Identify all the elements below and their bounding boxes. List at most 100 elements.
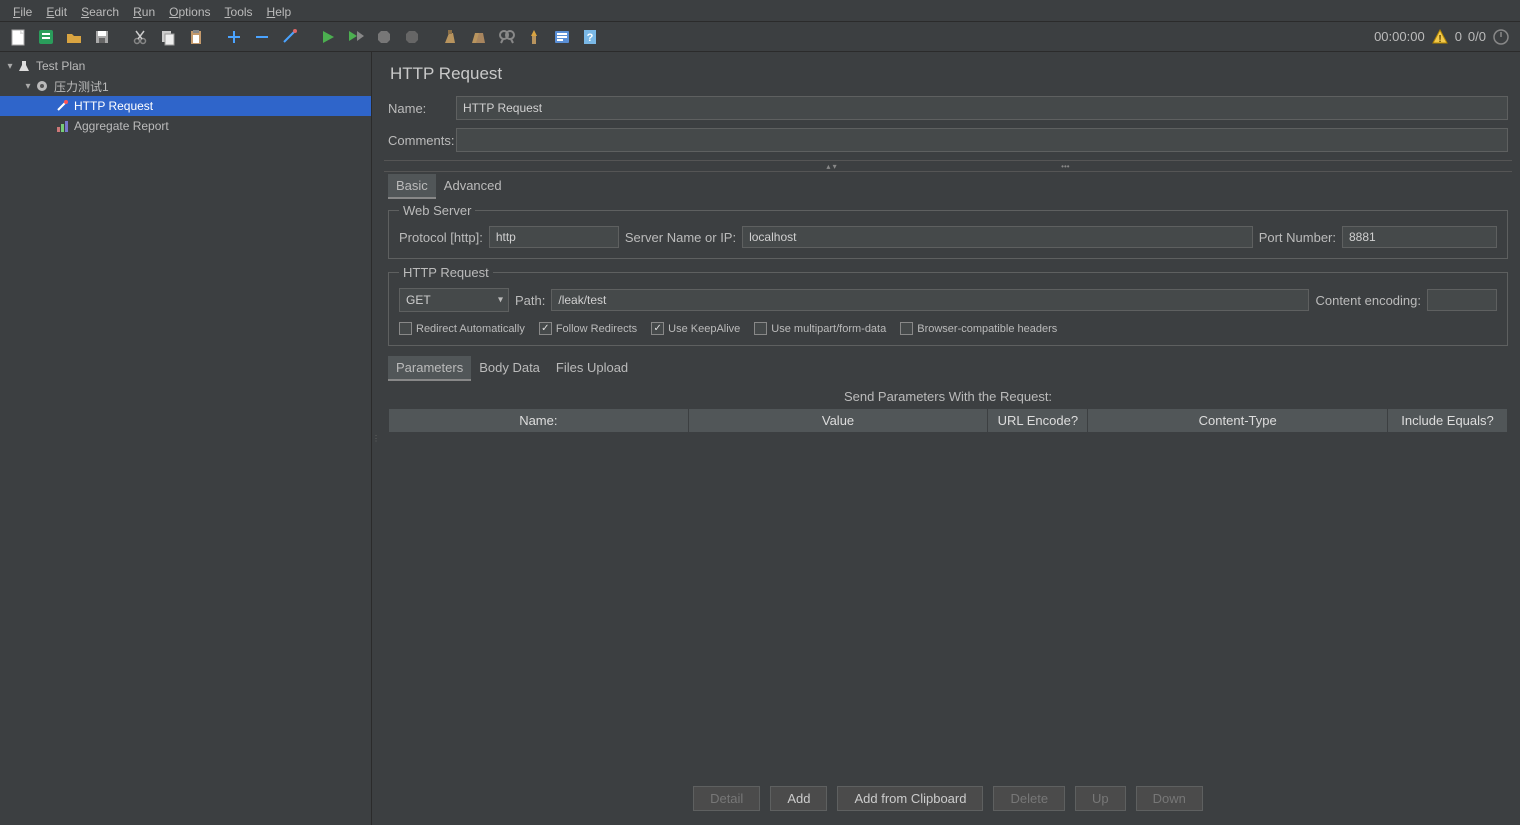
reset-search-icon[interactable] — [521, 24, 547, 50]
web-server-group: Web Server Protocol [http]: Server Name … — [388, 203, 1508, 259]
port-input[interactable] — [1342, 226, 1497, 248]
chevron-down-icon[interactable]: ▾ — [22, 81, 34, 92]
tree-node-thread-group[interactable]: ▾ 压力测试1 — [0, 76, 371, 96]
copy-icon[interactable] — [155, 24, 181, 50]
tree-label: Test Plan — [36, 59, 85, 73]
expand-icon[interactable] — [221, 24, 247, 50]
collapse-handle[interactable]: ▴ ▾ ••• — [384, 160, 1512, 172]
check-label: Use multipart/form-data — [771, 323, 886, 335]
name-input[interactable] — [456, 96, 1508, 120]
path-input[interactable] — [551, 289, 1309, 311]
clear-all-icon[interactable] — [465, 24, 491, 50]
col-content-type[interactable]: Content-Type — [1088, 409, 1388, 433]
active-threads: 0 — [1455, 29, 1462, 44]
http-request-legend: HTTP Request — [399, 265, 493, 280]
tree-node-test-plan[interactable]: ▾ Test Plan — [0, 56, 371, 76]
paste-icon[interactable] — [183, 24, 209, 50]
open-icon[interactable] — [61, 24, 87, 50]
ptab-files-upload[interactable]: Files Upload — [548, 356, 636, 381]
menu-options[interactable]: Options — [162, 3, 217, 18]
ptab-body-data[interactable]: Body Data — [471, 356, 548, 381]
encoding-input[interactable] — [1427, 289, 1497, 311]
shutdown-icon[interactable] — [399, 24, 425, 50]
ptab-parameters[interactable]: Parameters — [388, 356, 471, 381]
check-redirect-auto[interactable]: Redirect Automatically — [399, 322, 525, 335]
add-from-clipboard-button[interactable]: Add from Clipboard — [837, 786, 983, 811]
pipette-icon — [54, 98, 70, 114]
save-icon[interactable] — [89, 24, 115, 50]
chevron-down-icon[interactable]: ▾ — [4, 61, 16, 72]
gauge-icon — [1492, 28, 1510, 46]
collapse-icon[interactable] — [249, 24, 275, 50]
col-urlencode[interactable]: URL Encode? — [988, 409, 1088, 433]
tab-basic[interactable]: Basic — [388, 174, 436, 199]
button-row: Detail Add Add from Clipboard Delete Up … — [388, 776, 1508, 825]
start-no-pause-icon[interactable] — [343, 24, 369, 50]
search-icon[interactable] — [493, 24, 519, 50]
tab-advanced[interactable]: Advanced — [436, 174, 510, 199]
svg-text:?: ? — [587, 32, 594, 44]
delete-button[interactable]: Delete — [993, 786, 1065, 811]
port-label: Port Number: — [1259, 230, 1336, 245]
gear-icon — [34, 78, 50, 94]
check-follow-redirects[interactable]: ✓Follow Redirects — [539, 322, 637, 335]
templates-icon[interactable] — [33, 24, 59, 50]
menu-file[interactable]: File — [6, 3, 39, 18]
tree-label: 压力测试1 — [54, 78, 109, 95]
menu-edit[interactable]: Edit — [39, 3, 74, 18]
function-icon[interactable] — [549, 24, 575, 50]
col-include-equals[interactable]: Include Equals? — [1388, 409, 1508, 433]
col-value[interactable]: Value — [688, 409, 988, 433]
menu-help[interactable]: Help — [260, 3, 299, 18]
check-label: Use KeepAlive — [668, 323, 740, 335]
status-bar: 00:00:00 ! 0 0/0 — [1374, 28, 1516, 46]
tree-node-http-request[interactable]: HTTP Request — [0, 96, 371, 116]
web-server-legend: Web Server — [399, 203, 475, 218]
start-icon[interactable] — [315, 24, 341, 50]
check-browser-compat[interactable]: Browser-compatible headers — [900, 322, 1057, 335]
toggle-icon[interactable] — [277, 24, 303, 50]
toolbar: ? 00:00:00 ! 0 0/0 — [0, 22, 1520, 52]
panel-title: HTTP Request — [390, 64, 1508, 84]
stop-icon[interactable] — [371, 24, 397, 50]
parameters-table[interactable]: Name: Value URL Encode? Content-Type Inc… — [388, 408, 1508, 433]
check-keepalive[interactable]: ✓Use KeepAlive — [651, 322, 740, 335]
down-button[interactable]: Down — [1136, 786, 1203, 811]
tree-label: Aggregate Report — [74, 119, 169, 133]
help-icon[interactable]: ? — [577, 24, 603, 50]
method-select[interactable]: GET — [399, 288, 509, 312]
menu-tools[interactable]: Tools — [218, 3, 260, 18]
tree-label: HTTP Request — [74, 99, 153, 113]
svg-text:!: ! — [1438, 34, 1441, 45]
warning-icon[interactable]: ! — [1431, 28, 1449, 46]
params-heading: Send Parameters With the Request: — [388, 389, 1508, 404]
vertical-splitter[interactable]: ⋮ — [372, 52, 380, 825]
check-label: Redirect Automatically — [416, 323, 525, 335]
up-button[interactable]: Up — [1075, 786, 1126, 811]
tree-node-aggregate-report[interactable]: Aggregate Report — [0, 116, 371, 136]
clear-icon[interactable] — [437, 24, 463, 50]
check-label: Browser-compatible headers — [917, 323, 1057, 335]
protocol-input[interactable] — [489, 226, 619, 248]
menu-search[interactable]: Search — [74, 3, 126, 18]
chart-icon — [54, 118, 70, 134]
test-plan-tree[interactable]: ▾ Test Plan ▾ 压力测试1 HTTP Request Aggrega… — [0, 52, 372, 825]
protocol-label: Protocol [http]: — [399, 230, 483, 245]
comments-input[interactable] — [456, 128, 1508, 152]
new-icon[interactable] — [5, 24, 31, 50]
check-multipart[interactable]: Use multipart/form-data — [754, 322, 886, 335]
total-threads: 0/0 — [1468, 29, 1486, 44]
encoding-label: Content encoding: — [1315, 293, 1421, 308]
path-label: Path: — [515, 293, 545, 308]
menu-run[interactable]: Run — [126, 3, 162, 18]
editor-panel: HTTP Request Name: Comments: ▴ ▾ ••• — [380, 52, 1520, 825]
flask-icon — [16, 58, 32, 74]
detail-button[interactable]: Detail — [693, 786, 760, 811]
server-input[interactable] — [742, 226, 1253, 248]
check-label: Follow Redirects — [556, 323, 637, 335]
cut-icon[interactable] — [127, 24, 153, 50]
add-button[interactable]: Add — [770, 786, 827, 811]
name-label: Name: — [388, 101, 456, 116]
col-name[interactable]: Name: — [389, 409, 689, 433]
http-request-group: HTTP Request GET Path: Content encoding:… — [388, 265, 1508, 346]
